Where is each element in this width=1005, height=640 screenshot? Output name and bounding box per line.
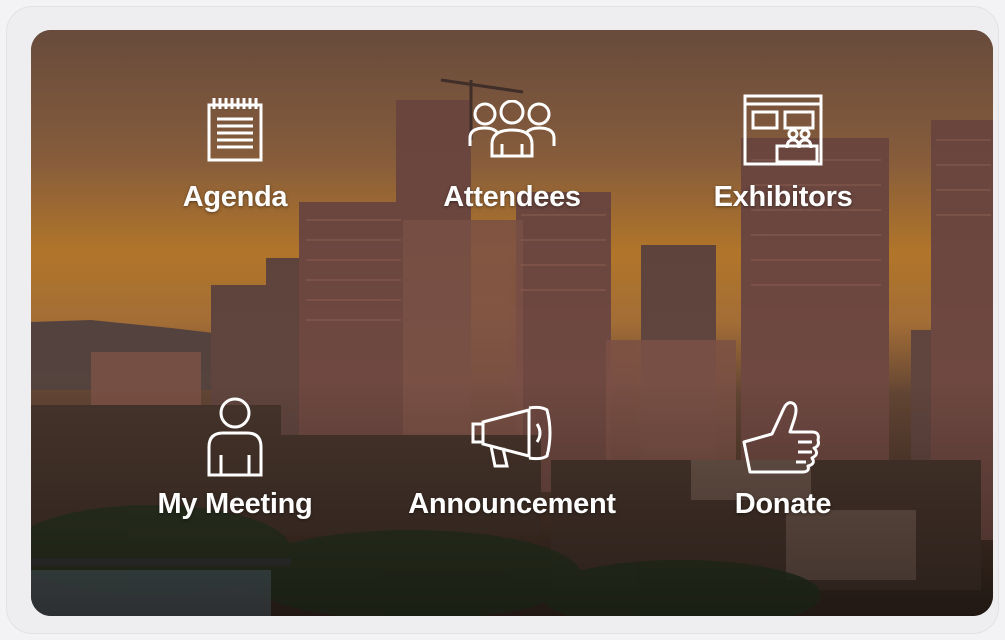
menu-item-label: My Meeting — [157, 488, 313, 520]
people-group-icon — [467, 85, 557, 175]
exhibit-booth-icon — [738, 85, 828, 175]
menu-item-donate[interactable]: Donate — [653, 392, 913, 562]
menu-item-attendees[interactable]: Attendees — [382, 85, 642, 255]
menu-item-announcement[interactable]: Announcement — [382, 392, 642, 562]
menu-item-my-meeting[interactable]: My Meeting — [105, 392, 365, 562]
menu-item-exhibitors[interactable]: Exhibitors — [653, 85, 913, 255]
menu-item-label: Attendees — [443, 181, 581, 213]
notepad-icon — [190, 85, 280, 175]
megaphone-icon — [467, 392, 557, 482]
thumbs-up-icon — [738, 392, 828, 482]
menu-item-label: Donate — [734, 488, 832, 520]
menu-item-label: Exhibitors — [713, 181, 853, 213]
person-icon — [190, 392, 280, 482]
menu-card: Agenda Attendees Exhibitors My Meeting A… — [31, 30, 993, 616]
menu-item-label: Agenda — [182, 181, 288, 213]
menu-item-agenda[interactable]: Agenda — [105, 85, 365, 255]
menu-item-label: Announcement — [408, 488, 616, 520]
